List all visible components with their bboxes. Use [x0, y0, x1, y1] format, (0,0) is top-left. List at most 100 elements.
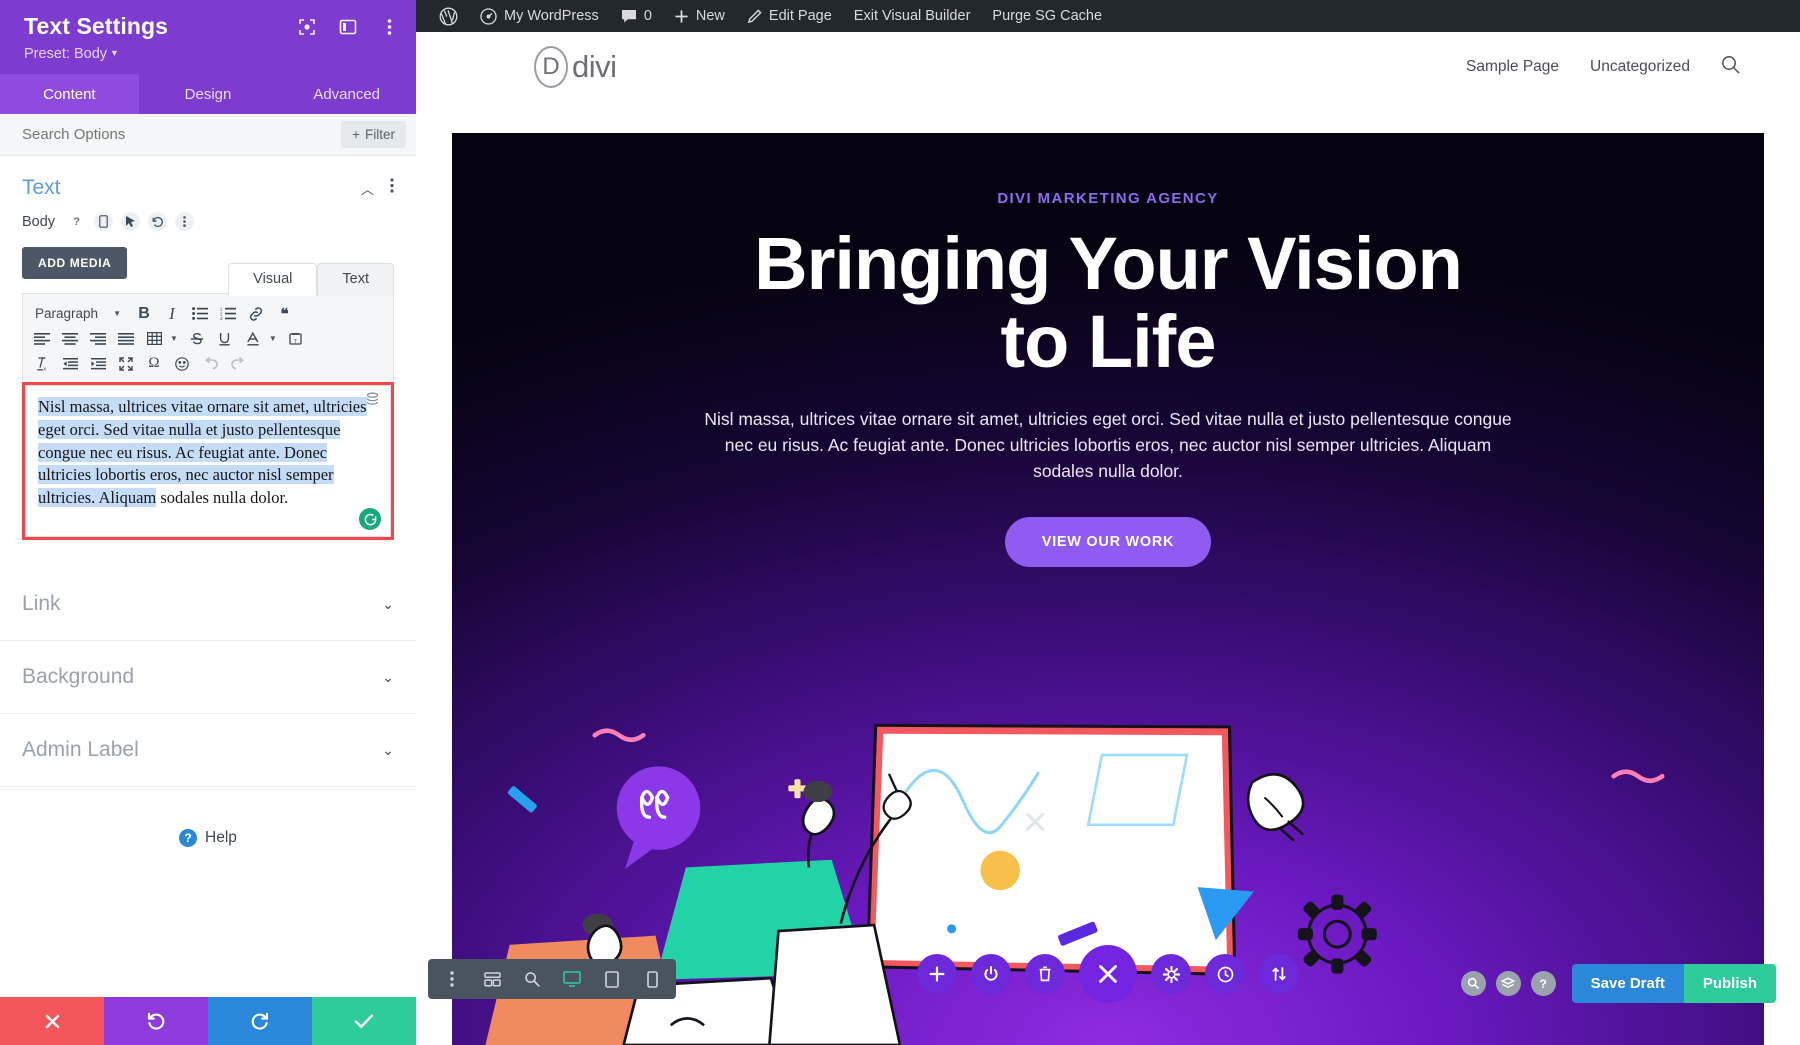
wp-admin-bar-item-edit-page[interactable]: Edit Page: [736, 0, 843, 32]
site-logo[interactable]: D divi: [534, 45, 617, 88]
wordpress-logo-icon: [439, 7, 458, 26]
reset-undo-icon[interactable]: [148, 212, 168, 232]
close-builder-icon[interactable]: [1079, 945, 1137, 1003]
layout-columns-icon[interactable]: [337, 16, 359, 38]
text-color-button[interactable]: [240, 327, 266, 351]
redo-button[interactable]: [225, 352, 251, 376]
panel-preset-selector[interactable]: Preset: Body ▼: [24, 46, 396, 62]
wireframe-view-icon[interactable]: [474, 959, 510, 999]
help-icon[interactable]: ?: [1530, 971, 1556, 996]
undo-button[interactable]: [197, 352, 223, 376]
layers-stack-icon[interactable]: [365, 392, 380, 412]
outdent-button[interactable]: [57, 352, 83, 376]
hero-eyebrow: DIVI MARKETING AGENCY: [997, 190, 1219, 207]
phone-view-icon[interactable]: [634, 959, 670, 999]
wp-admin-bar-item-exit-visual-builder[interactable]: Exit Visual Builder: [843, 0, 982, 32]
tablet-view-icon[interactable]: [594, 959, 630, 999]
insert-link-button[interactable]: [243, 302, 269, 326]
chevron-down-icon: ⌄: [382, 595, 394, 612]
collapsed-section-background[interactable]: Background ⌄: [0, 641, 416, 715]
body-textarea[interactable]: Nisl massa, ultrices vitae ornare sit am…: [25, 385, 391, 538]
search-icon[interactable]: [1721, 55, 1740, 79]
add-media-button[interactable]: ADD MEDIA: [22, 247, 128, 280]
indent-button[interactable]: [85, 352, 111, 376]
help-link[interactable]: ? Help: [0, 829, 416, 848]
search-input[interactable]: [22, 126, 342, 144]
bold-button[interactable]: B: [131, 302, 157, 326]
save-draft-button[interactable]: Save Draft: [1571, 964, 1684, 1003]
desktop-view-icon[interactable]: [554, 959, 590, 999]
filter-button[interactable]: + Filter: [341, 121, 406, 149]
plus-icon: [674, 9, 689, 24]
wp-admin-bar-item-wordpress[interactable]: [428, 0, 469, 32]
view-our-work-button[interactable]: VIEW OUR WORK: [1004, 517, 1212, 568]
bulleted-list-button[interactable]: [187, 302, 213, 326]
tab-content[interactable]: Content: [0, 74, 139, 115]
history-clock-icon[interactable]: [1205, 954, 1245, 994]
editor-tab-visual[interactable]: Visual: [228, 263, 318, 297]
undo-button[interactable]: [104, 997, 208, 1045]
nav-link-sample-page[interactable]: Sample Page: [1466, 58, 1559, 76]
strikethrough-button[interactable]: [184, 327, 210, 351]
wp-admin-bar-item-site[interactable]: My WordPress: [469, 0, 610, 32]
table-chevron-down-icon[interactable]: ▼: [170, 334, 178, 343]
tab-advanced[interactable]: Advanced: [277, 74, 416, 114]
numbered-list-button[interactable]: 1 2 3: [215, 302, 241, 326]
collapsed-section-link[interactable]: Link ⌄: [0, 568, 416, 642]
fullscreen-icon[interactable]: [296, 16, 318, 38]
publish-button[interactable]: Publish: [1683, 964, 1776, 1003]
textarea-highlight-outline: Nisl massa, ultrices vitae ornare sit am…: [22, 382, 394, 541]
blockquote-button[interactable]: ❝: [271, 302, 297, 326]
section-kebab-menu-icon[interactable]: [390, 178, 394, 198]
discard-changes-button[interactable]: [0, 997, 104, 1045]
trash-icon[interactable]: [1025, 954, 1065, 994]
underline-button[interactable]: [212, 327, 238, 351]
dashboard-icon: [480, 7, 497, 25]
help-question-icon[interactable]: ?: [67, 212, 86, 231]
nav-link-uncategorized[interactable]: Uncategorized: [1590, 58, 1690, 76]
wp-admin-bar-item-comments[interactable]: 0: [610, 0, 663, 32]
add-section-icon[interactable]: [917, 954, 957, 994]
clear-formatting-button[interactable]: x: [29, 352, 55, 376]
kebab-menu-icon[interactable]: [434, 959, 470, 999]
site-navigation: Sample Page Uncategorized: [1466, 55, 1740, 79]
field-kebab-menu-icon[interactable]: [175, 212, 195, 232]
fullscreen-editor-button[interactable]: [113, 352, 139, 376]
responsive-phone-icon[interactable]: [94, 212, 114, 232]
kebab-menu-icon[interactable]: [378, 16, 400, 38]
wp-admin-bar-item-new[interactable]: New: [663, 0, 736, 32]
save-button[interactable]: [312, 997, 416, 1045]
search-icon[interactable]: [1460, 971, 1486, 996]
collapsed-section-admin-label[interactable]: Admin Label ⌄: [0, 714, 416, 788]
italic-button[interactable]: I: [159, 302, 185, 326]
paragraph-format-select[interactable]: Paragraph ▼: [29, 302, 129, 326]
align-justify-button[interactable]: [113, 327, 139, 351]
panel-tabs: Content Design Advanced: [0, 74, 416, 115]
chevron-down-icon: ⌄: [382, 741, 394, 758]
settings-gear-icon[interactable]: [1151, 954, 1191, 994]
toolbar-row-2: ▼ ▼ T: [29, 326, 387, 351]
svg-text:3: 3: [220, 316, 223, 320]
tab-design[interactable]: Design: [139, 74, 278, 114]
editor-tab-text[interactable]: Text: [317, 263, 394, 297]
zoom-out-view-icon[interactable]: [514, 959, 550, 999]
hover-cursor-icon[interactable]: [121, 212, 141, 232]
portability-icon[interactable]: [1259, 954, 1299, 994]
align-center-button[interactable]: [57, 327, 83, 351]
chevron-up-icon[interactable]: ︿: [361, 179, 374, 198]
emoji-button[interactable]: [169, 352, 195, 376]
redo-button[interactable]: [208, 997, 312, 1045]
layers-icon[interactable]: [1495, 971, 1521, 996]
insert-table-button[interactable]: [141, 327, 167, 351]
wp-admin-bar-exit-label: Exit Visual Builder: [853, 8, 971, 24]
plus-icon: +: [352, 127, 360, 143]
text-color-chevron-down-icon[interactable]: ▼: [269, 334, 277, 343]
wp-admin-bar-item-purge-sg-cache[interactable]: Purge SG Cache: [981, 0, 1113, 32]
align-right-button[interactable]: [85, 327, 111, 351]
paste-as-text-button[interactable]: T: [283, 327, 309, 351]
align-left-button[interactable]: [29, 327, 55, 351]
builder-utility-bar: ? Save Draft Publish: [1460, 964, 1776, 1003]
power-toggle-icon[interactable]: [971, 954, 1011, 994]
special-character-button[interactable]: Ω: [141, 352, 167, 376]
grammarly-icon[interactable]: [359, 508, 381, 531]
